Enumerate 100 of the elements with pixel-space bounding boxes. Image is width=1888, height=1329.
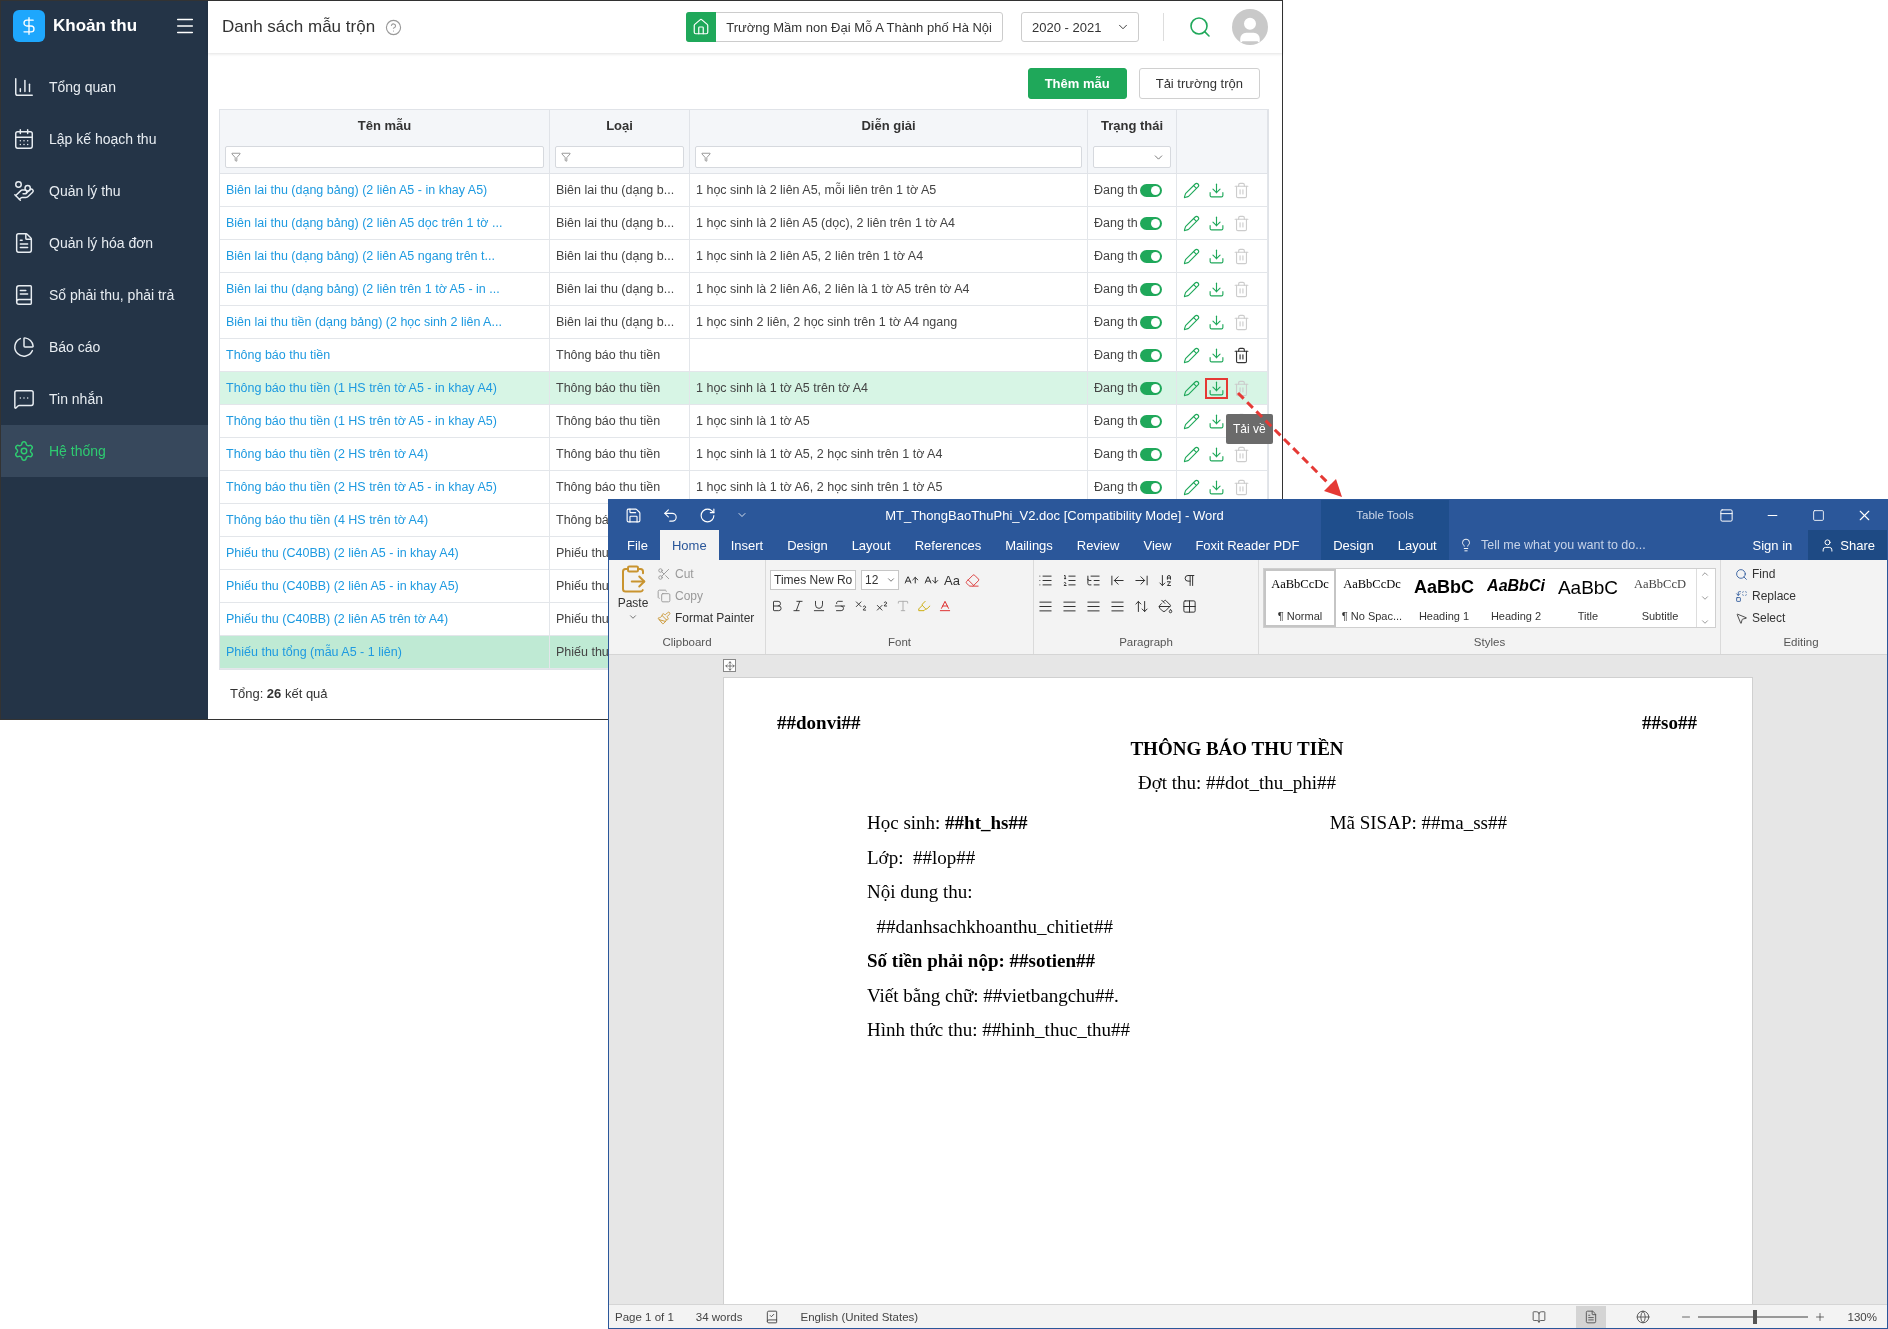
filter-field[interactable] xyxy=(695,146,1082,168)
zoom-thumb[interactable] xyxy=(1752,1309,1757,1324)
find-button[interactable]: Find xyxy=(1735,564,1877,584)
ribbon-tab[interactable]: Review xyxy=(1064,530,1132,560)
borders-icon[interactable] xyxy=(1182,598,1197,614)
change-case-button[interactable]: Aa xyxy=(944,572,960,588)
language-label[interactable]: English (United States) xyxy=(800,1310,919,1323)
trash-icon[interactable] xyxy=(1233,346,1250,364)
zoom-in-icon[interactable] xyxy=(1813,1310,1826,1323)
bold-icon[interactable] xyxy=(770,599,784,613)
redo-icon[interactable] xyxy=(699,506,716,524)
word-count[interactable]: 34 words xyxy=(695,1310,743,1323)
sidebar-item[interactable]: Lập kế hoạch thu xyxy=(1,113,208,165)
sidebar-item[interactable]: Báo cáo xyxy=(1,321,208,373)
underline-icon[interactable] xyxy=(812,599,826,613)
multilevel-list-icon[interactable] xyxy=(1086,572,1101,588)
sidebar-item[interactable]: Sổ phải thu, phải trả xyxy=(1,269,208,321)
sign-in-link[interactable]: Sign in xyxy=(1752,537,1793,553)
font-color-icon[interactable] xyxy=(938,599,952,613)
more-styles-icon[interactable] xyxy=(1699,617,1710,627)
edit-icon[interactable] xyxy=(1183,478,1200,496)
highlighter-icon[interactable] xyxy=(917,599,931,613)
download-fields-button[interactable]: Tải trường trộn xyxy=(1138,68,1260,99)
sidebar-item[interactable]: Tin nhắn xyxy=(1,373,208,425)
edit-icon[interactable] xyxy=(1183,445,1200,463)
numbering-icon[interactable] xyxy=(1062,572,1077,588)
ribbon-tab[interactable]: References xyxy=(902,530,994,560)
line-spacing-icon[interactable] xyxy=(1134,598,1149,614)
superscript-icon[interactable] xyxy=(875,599,889,613)
ribbon-tab[interactable]: Mailings xyxy=(993,530,1065,560)
edit-icon[interactable] xyxy=(1183,379,1200,397)
status-toggle[interactable] xyxy=(1139,183,1162,197)
search-icon[interactable] xyxy=(1188,15,1212,39)
style-option[interactable]: AaBbCcDc ¶ Normal xyxy=(1264,569,1336,627)
select-button[interactable]: Select xyxy=(1735,608,1877,628)
zoom-level[interactable]: 130% xyxy=(1847,1310,1877,1323)
eraser-icon[interactable] xyxy=(964,572,980,588)
maximize-icon[interactable] xyxy=(1811,508,1825,522)
strikethrough-icon[interactable] xyxy=(833,599,847,613)
replace-button[interactable]: Replace xyxy=(1735,586,1877,606)
sidebar-item[interactable]: Tổng quan xyxy=(1,61,208,113)
style-option[interactable]: AaBbCi Heading 2 xyxy=(1480,569,1552,627)
table-move-handle[interactable] xyxy=(723,659,736,672)
paste-button[interactable]: Paste xyxy=(613,564,653,636)
style-option[interactable]: AaBbCcDc ¶ No Spac... xyxy=(1336,569,1408,627)
font-size-select[interactable]: 12 xyxy=(861,570,899,590)
school-selector[interactable]: Trường Mầm non Đại Mỗ A Thành phố Hà Nội xyxy=(686,12,1003,42)
ribbon-tab[interactable]: Home xyxy=(659,530,719,560)
user-avatar[interactable] xyxy=(1232,9,1268,45)
align-center-icon[interactable] xyxy=(1062,598,1077,614)
read-mode-icon[interactable] xyxy=(1531,1309,1546,1324)
status-toggle[interactable] xyxy=(1139,315,1162,329)
edit-icon[interactable] xyxy=(1183,247,1200,265)
undo-icon[interactable] xyxy=(662,506,679,524)
status-toggle[interactable] xyxy=(1139,480,1162,494)
edit-icon[interactable] xyxy=(1183,346,1200,364)
status-toggle[interactable] xyxy=(1139,414,1162,428)
page-count[interactable]: Page 1 of 1 xyxy=(615,1310,674,1323)
ribbon-tab[interactable]: Layout xyxy=(1385,530,1449,560)
bullets-icon[interactable] xyxy=(1038,572,1053,588)
year-select[interactable]: 2020 - 2021 xyxy=(1021,12,1139,42)
edit-icon[interactable] xyxy=(1183,181,1200,199)
align-right-icon[interactable] xyxy=(1086,598,1101,614)
ribbon-tab[interactable]: Layout xyxy=(839,530,903,560)
sort-icon[interactable] xyxy=(1158,572,1173,588)
shading-icon[interactable] xyxy=(1158,598,1173,614)
edit-icon[interactable] xyxy=(1183,313,1200,331)
style-option[interactable]: AaBbC Heading 1 xyxy=(1408,569,1480,627)
download-button[interactable] xyxy=(1205,377,1228,399)
font-name-select[interactable]: Times New Ro xyxy=(770,570,856,590)
status-toggle[interactable] xyxy=(1139,348,1162,362)
print-layout-icon[interactable] xyxy=(1583,1309,1598,1324)
lightbulb-icon[interactable] xyxy=(1459,538,1473,552)
subscript-icon[interactable] xyxy=(854,599,868,613)
help-icon[interactable] xyxy=(385,18,403,36)
status-toggle[interactable] xyxy=(1139,249,1162,263)
ribbon-display-icon[interactable] xyxy=(1718,507,1734,523)
ribbon-tab[interactable]: File xyxy=(615,530,660,560)
sidebar-item[interactable]: Hệ thống xyxy=(1,425,208,477)
ribbon-tab[interactable]: View xyxy=(1131,530,1184,560)
sidebar-item[interactable]: Quản lý thu xyxy=(1,165,208,217)
sidebar-item[interactable]: Quản lý hóa đơn xyxy=(1,217,208,269)
filter-field[interactable] xyxy=(555,146,684,168)
style-option[interactable]: AaBbCcD Subtitle xyxy=(1624,569,1696,627)
edit-icon[interactable] xyxy=(1183,280,1200,298)
edit-icon[interactable] xyxy=(1183,412,1200,430)
scroll-down-icon[interactable] xyxy=(1699,593,1710,603)
style-option[interactable]: AaBbC Title xyxy=(1552,569,1624,627)
web-layout-icon[interactable] xyxy=(1635,1309,1650,1324)
justify-icon[interactable] xyxy=(1110,598,1125,614)
text-effects-icon[interactable] xyxy=(896,599,910,613)
ribbon-tab[interactable]: Design xyxy=(775,530,840,560)
share-button[interactable]: Share xyxy=(1808,530,1887,560)
tell-me-field[interactable]: Tell me what you want to do... xyxy=(1481,538,1749,552)
ribbon-tab[interactable]: Design xyxy=(1321,530,1386,560)
status-toggle[interactable] xyxy=(1139,216,1162,230)
italic-icon[interactable] xyxy=(791,599,805,613)
status-toggle[interactable] xyxy=(1139,447,1162,461)
pilcrow-icon[interactable] xyxy=(1182,572,1197,588)
save-icon[interactable] xyxy=(625,506,642,524)
